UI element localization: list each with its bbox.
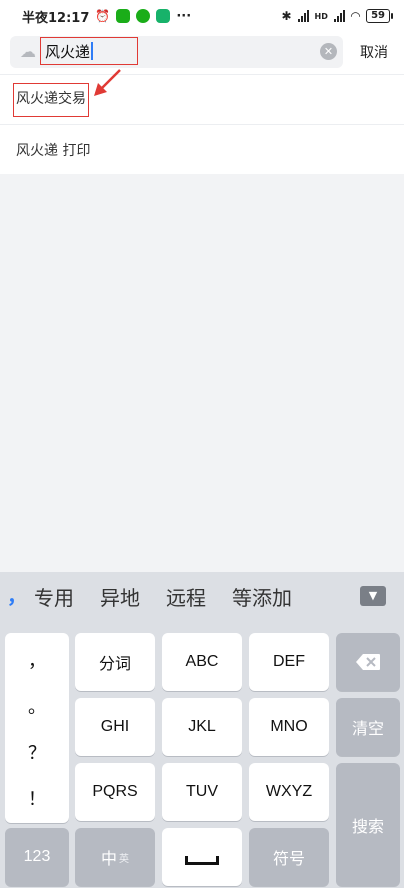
alarm-icon: ⏰ — [95, 9, 111, 23]
key-abc[interactable]: ABC — [162, 633, 242, 691]
text-caret — [91, 42, 94, 60]
search-key[interactable]: 搜索 — [336, 763, 400, 886]
number-key[interactable]: 123 — [5, 828, 69, 886]
clear-key[interactable]: 清空 — [336, 698, 400, 756]
wechat-icon — [136, 9, 151, 23]
punct-key[interactable]: ， — [5, 647, 69, 673]
suggestion-item[interactable]: 风火递 打印 — [0, 124, 404, 174]
clear-icon[interactable]: ✕ — [320, 43, 337, 60]
wifi-icon: ◠ — [350, 9, 361, 23]
punctuation-column: ， 。 ？ ！ — [5, 633, 69, 823]
candidate-item[interactable]: 专用 — [34, 582, 74, 611]
symbol-key[interactable]: 符号 — [249, 828, 329, 886]
cloud-icon: ☁ — [20, 42, 36, 61]
status-bar: 半夜12:17 ⏰ ··· ✱ HD ◠ 59 — [0, 0, 404, 32]
app-notification-icon — [116, 9, 131, 23]
cancel-button[interactable]: 取消 — [360, 42, 388, 62]
key-mno[interactable]: MNO — [249, 698, 329, 756]
key-tuv[interactable]: TUV — [162, 763, 242, 821]
battery-icon: 59 — [366, 9, 393, 23]
language-toggle-label: 中 — [100, 851, 117, 868]
search-header: ☁ 风火递 ✕ 取消 — [0, 32, 404, 74]
annotation-arrow-icon — [94, 69, 121, 96]
punct-key[interactable]: 。 — [5, 693, 69, 719]
candidate-bar: ， 专用 异地 远程 等添加 ▼ — [0, 572, 404, 620]
suggestion-label: 风火递 打印 — [16, 142, 91, 159]
status-time: 半夜12:17 — [22, 10, 90, 26]
punct-key[interactable]: ？ — [5, 739, 69, 765]
candidate-item[interactable]: 等添加 — [232, 582, 292, 611]
key-def[interactable]: DEF — [249, 633, 329, 691]
signal-icon-2 — [333, 10, 345, 22]
app-notification-icon-2 — [156, 9, 171, 23]
language-toggle-sub: 英 — [119, 853, 129, 865]
suggestion-list: 风火递交易 风火递 打印 — [0, 74, 404, 174]
keyboard: ， 专用 异地 远程 等添加 ▼ ， 。 ？ ！ 分词 ABC DEF GHI … — [0, 572, 404, 888]
suggestion-label: 风火递交易 — [13, 82, 89, 117]
search-box[interactable]: ☁ 风火递 ✕ — [10, 36, 343, 68]
bluetooth-icon: ✱ — [281, 9, 292, 23]
candidate-punct[interactable]: ， — [0, 580, 34, 609]
suggestion-item[interactable]: 风火递交易 — [0, 74, 404, 124]
key-wxyz[interactable]: WXYZ — [249, 763, 329, 821]
collapse-keyboard-icon[interactable]: ▼ — [360, 586, 386, 606]
key-pqrs[interactable]: PQRS — [75, 763, 155, 821]
language-toggle-key[interactable]: 中英 — [75, 828, 155, 886]
more-notifications-icon: ··· — [176, 8, 192, 24]
candidate-item[interactable]: 远程 — [166, 582, 206, 611]
candidate-item[interactable]: 异地 — [100, 582, 140, 611]
key-ghi[interactable]: GHI — [75, 698, 155, 756]
space-icon — [185, 855, 219, 865]
key-jkl[interactable]: JKL — [162, 698, 242, 756]
punct-key[interactable]: ！ — [5, 785, 69, 811]
search-input-text: 风火递 — [45, 42, 91, 61]
signal-icon — [297, 10, 309, 22]
search-input[interactable]: 风火递 — [40, 37, 138, 65]
network-type-label: HD — [314, 11, 328, 21]
backspace-icon — [356, 654, 380, 670]
backspace-key[interactable] — [336, 633, 400, 691]
key-segment[interactable]: 分词 — [75, 633, 155, 691]
space-key[interactable] — [162, 828, 242, 886]
